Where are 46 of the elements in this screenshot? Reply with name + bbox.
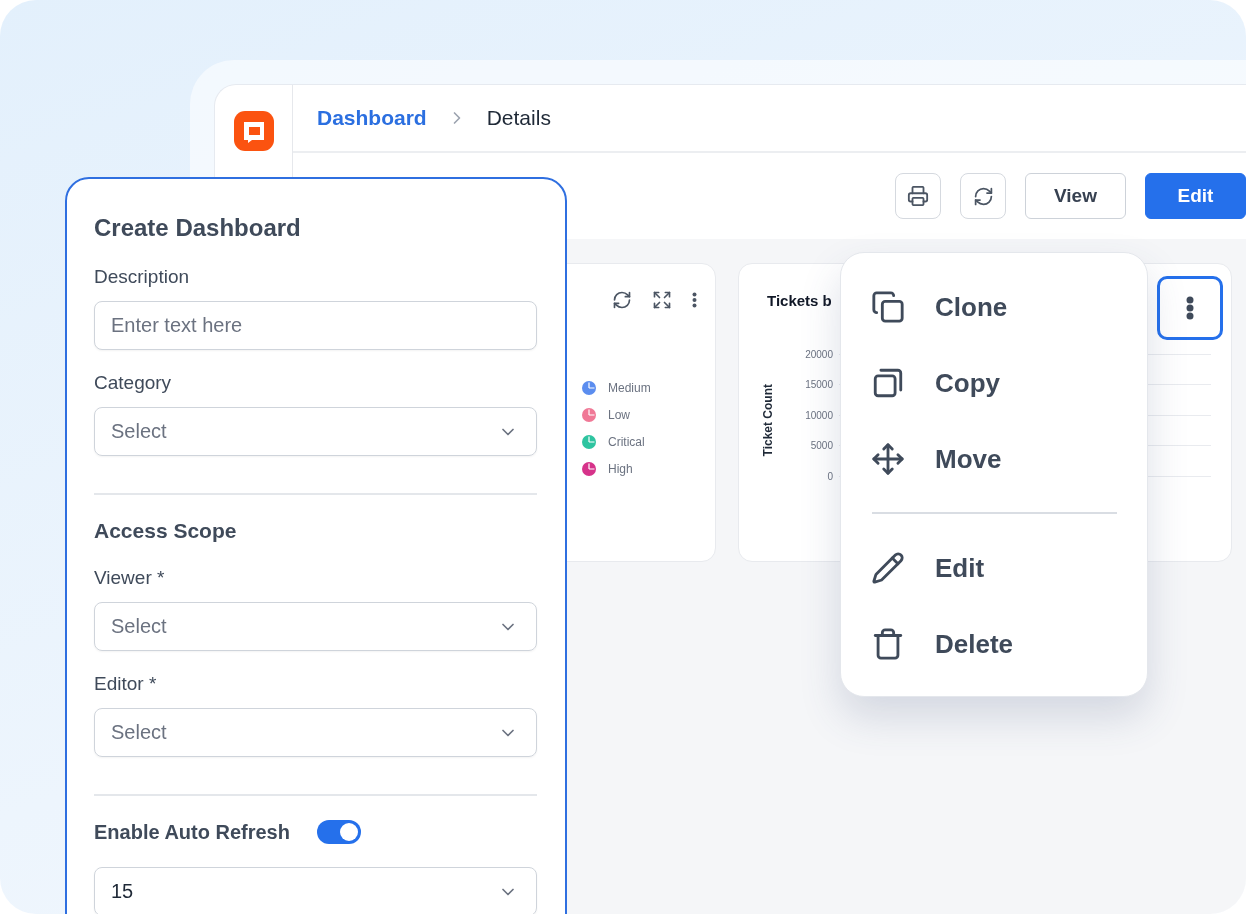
more-button[interactable] bbox=[1157, 276, 1223, 340]
legend-label: Critical bbox=[608, 434, 645, 450]
legend-label: Medium bbox=[608, 380, 651, 396]
logo-icon bbox=[233, 111, 274, 151]
toggle-switch[interactable] bbox=[316, 820, 361, 844]
copy-icon bbox=[871, 366, 905, 400]
refresh-button[interactable] bbox=[960, 173, 1006, 219]
field-label: Editor * bbox=[94, 673, 158, 695]
field-label: Category bbox=[94, 372, 173, 394]
axis-tick: 10000 bbox=[804, 409, 833, 421]
menu-item[interactable]: Move bbox=[841, 421, 1147, 497]
axis-tick: 15000 bbox=[804, 379, 833, 391]
select-field[interactable]: Select bbox=[94, 407, 537, 456]
printer-icon bbox=[907, 185, 929, 207]
input-field[interactable]: Enter text here bbox=[94, 301, 537, 350]
menu-item[interactable]: Copy bbox=[841, 345, 1147, 421]
clone-icon bbox=[871, 290, 905, 324]
toggle-label: Enable Auto Refresh bbox=[94, 820, 290, 844]
axis-tick: 0 bbox=[826, 470, 833, 482]
legend-label: High bbox=[608, 461, 633, 477]
select-field[interactable]: Select bbox=[94, 602, 537, 651]
menu-item[interactable]: Edit bbox=[841, 530, 1147, 606]
field-label: Viewer * bbox=[94, 567, 166, 589]
axis-tick: 5000 bbox=[809, 440, 833, 452]
refresh-icon[interactable] bbox=[612, 290, 632, 310]
trash-icon bbox=[871, 627, 905, 661]
breadcrumb-link[interactable]: Dashboard bbox=[317, 106, 427, 130]
pencil-icon bbox=[871, 551, 905, 585]
kebab-icon[interactable] bbox=[692, 292, 697, 308]
secondary-button[interactable]: View bbox=[1025, 173, 1126, 219]
axis-tick: 20000 bbox=[804, 348, 833, 360]
card-title: Tickets b bbox=[767, 291, 832, 311]
menu-item[interactable]: Delete bbox=[841, 606, 1147, 682]
primary-button[interactable]: Edit bbox=[1145, 173, 1246, 219]
kebab-icon bbox=[1186, 296, 1194, 320]
field-label: Description bbox=[94, 266, 191, 288]
axis-label: Ticket Count bbox=[761, 384, 775, 457]
refresh-icon bbox=[972, 185, 994, 207]
menu-item[interactable]: Clone bbox=[841, 269, 1147, 345]
panel-title: Create Dashboard bbox=[94, 213, 302, 243]
section-heading: Access Scope bbox=[94, 518, 238, 544]
legend-label: Low bbox=[608, 407, 630, 423]
move-icon bbox=[871, 442, 905, 476]
select-field[interactable]: Select bbox=[94, 708, 537, 757]
expand-icon[interactable] bbox=[652, 290, 672, 310]
print-button[interactable] bbox=[895, 173, 941, 219]
